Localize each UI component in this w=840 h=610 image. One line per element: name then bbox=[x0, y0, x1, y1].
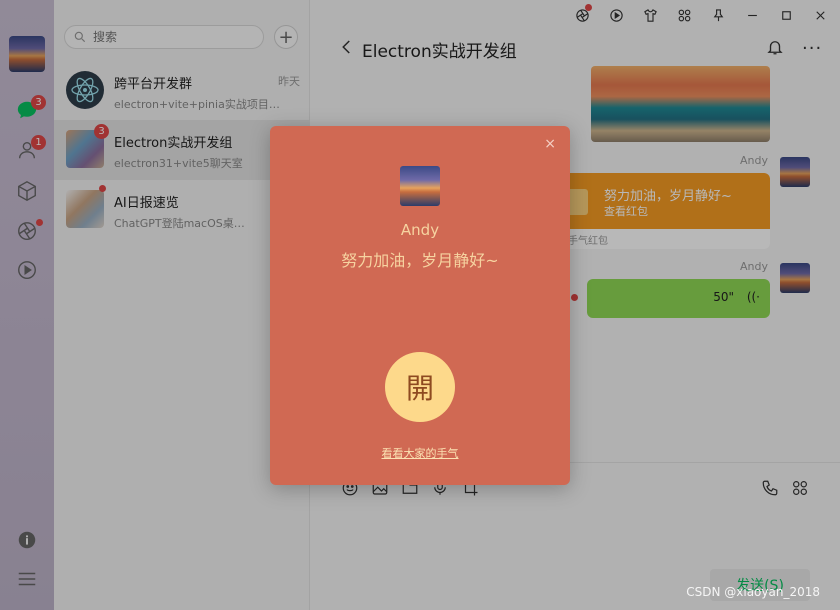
redpacket-greeting: 努力加油，岁月静好~ bbox=[341, 251, 499, 270]
sender-name: Andy bbox=[400, 221, 440, 239]
redpacket-dialog: × Andy 努力加油，岁月静好~ 開 看看大家的手气 bbox=[270, 126, 570, 485]
watermark: CSDN @xiaoyan_2018 bbox=[686, 585, 820, 599]
open-redpacket-button[interactable]: 開 bbox=[385, 352, 455, 422]
view-luck-link[interactable]: 看看大家的手气 bbox=[270, 445, 570, 461]
sender-avatar bbox=[400, 166, 440, 206]
close-icon[interactable]: × bbox=[544, 136, 556, 152]
